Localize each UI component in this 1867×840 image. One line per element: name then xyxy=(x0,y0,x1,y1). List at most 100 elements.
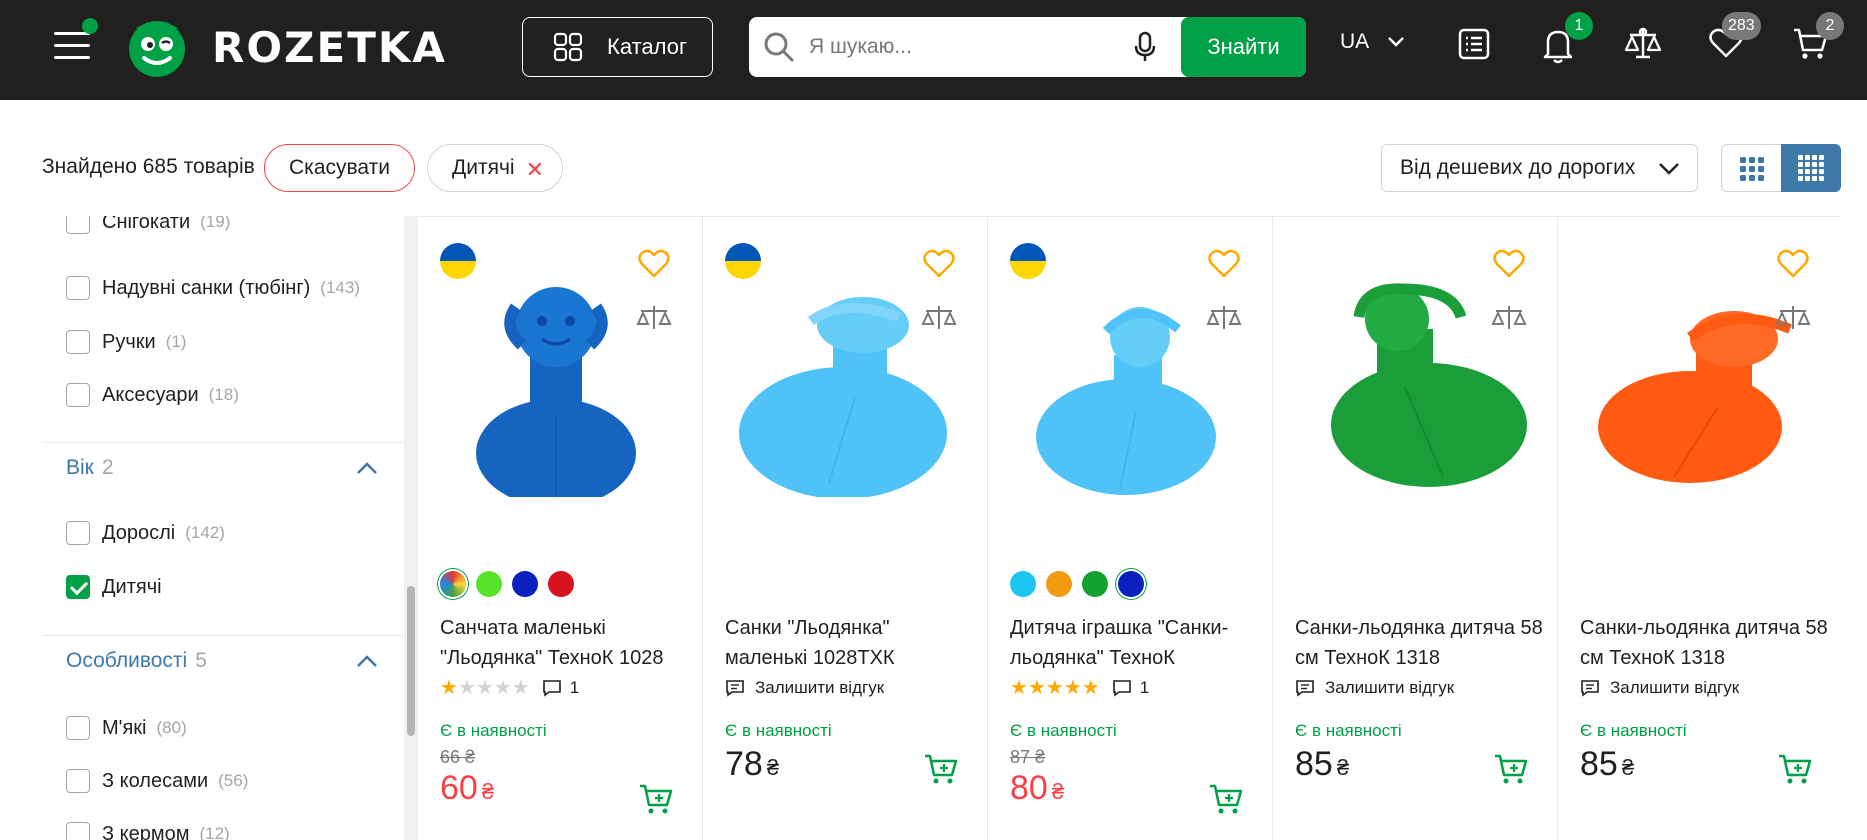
checkbox[interactable] xyxy=(66,769,90,793)
orders-list-icon[interactable] xyxy=(1458,26,1490,62)
compare-scales-icon[interactable] xyxy=(1775,303,1811,335)
product-title[interactable]: Санки "Льодянка" маленькі 1028ТХК xyxy=(725,613,975,673)
add-to-cart-icon[interactable] xyxy=(1208,783,1244,817)
compare-scales-icon[interactable] xyxy=(921,303,957,335)
filter-option-wheels[interactable]: З колесами (56) xyxy=(66,767,248,795)
availability-status: Є в наявності xyxy=(1010,721,1117,740)
rozetka-mascot-icon xyxy=(129,21,185,77)
leave-review-link[interactable]: Залишити відгук xyxy=(1580,678,1739,698)
add-to-cart-icon[interactable] xyxy=(1777,753,1813,787)
checkbox[interactable] xyxy=(66,330,90,354)
filter-option-steering[interactable]: З кермом (12) xyxy=(66,820,230,840)
search-submit-button[interactable]: Знайти xyxy=(1181,17,1306,77)
filter-option-adults[interactable]: Дорослі (142) xyxy=(66,519,225,547)
reviews-count: 1 xyxy=(1139,678,1150,697)
color-swatch[interactable] xyxy=(512,571,538,597)
small-grid-icon xyxy=(1798,155,1824,181)
reviews-link[interactable]: 1 xyxy=(1112,678,1149,698)
checkbox[interactable] xyxy=(66,822,90,840)
filter-option-handles[interactable]: Ручки (1) xyxy=(66,328,186,356)
large-tiles-view-button[interactable] xyxy=(1721,144,1781,192)
add-to-cart-icon[interactable] xyxy=(923,753,959,787)
availability-status: Є в наявності xyxy=(725,721,832,740)
star-icon: ★ xyxy=(1045,677,1064,699)
compare-scales-icon[interactable] xyxy=(1206,303,1242,335)
filter-option-count: (1) xyxy=(165,332,187,351)
availability-status: Є в наявності xyxy=(440,721,547,740)
menu-button[interactable] xyxy=(52,18,98,66)
active-filter-chip[interactable]: Дитячі ✕ xyxy=(427,144,563,192)
sidebar-scrollbar[interactable] xyxy=(404,216,418,840)
checkbox[interactable] xyxy=(66,383,90,407)
checkbox[interactable] xyxy=(66,521,90,545)
compare-scales-icon[interactable] xyxy=(1624,26,1662,62)
close-icon[interactable]: ✕ xyxy=(526,157,544,183)
filter-section-age[interactable]: Вік 2 xyxy=(66,456,114,480)
filter-option-label: Дитячі xyxy=(102,575,162,598)
old-price: 87 ₴ xyxy=(1010,747,1046,767)
checkbox[interactable] xyxy=(66,716,90,740)
heart-icon[interactable] xyxy=(638,249,670,279)
leave-review-label: Залишити відгук xyxy=(755,678,885,697)
star-icon: ★ xyxy=(1027,677,1046,699)
reviews-link[interactable]: 1 xyxy=(542,678,579,698)
color-swatch[interactable] xyxy=(1118,571,1144,597)
filter-section-features[interactable]: Особливості 5 xyxy=(66,649,207,673)
star-icon: ★ xyxy=(457,677,476,699)
leave-review-link[interactable]: Залишити відгук xyxy=(725,678,884,698)
cancel-filters-button[interactable]: Скасувати xyxy=(264,144,415,192)
scrollbar-thumb[interactable] xyxy=(407,586,415,736)
price-value: 80 xyxy=(1010,769,1048,807)
filter-option-label: Дорослі xyxy=(102,521,176,544)
filter-option-count: (19) xyxy=(200,216,231,231)
filter-option-accessories[interactable]: Аксесуари (18) xyxy=(66,381,239,409)
color-swatch[interactable] xyxy=(548,571,574,597)
heart-icon[interactable] xyxy=(923,249,955,279)
notifications-badge: 1 xyxy=(1565,12,1593,40)
color-swatch[interactable] xyxy=(476,571,502,597)
search-bar: Знайти xyxy=(749,17,1306,77)
star-icon: ★ xyxy=(1010,677,1028,699)
color-swatch[interactable] xyxy=(1082,571,1108,597)
color-swatch[interactable] xyxy=(1010,571,1036,597)
search-input[interactable] xyxy=(809,17,1169,77)
heart-icon[interactable] xyxy=(1493,249,1525,279)
language-selector[interactable]: UA xyxy=(1340,30,1405,54)
filter-option-soft[interactable]: М'які (80) xyxy=(66,714,187,742)
chevron-up-icon[interactable] xyxy=(356,460,378,476)
currency: ₴ xyxy=(1336,755,1350,780)
filter-option-count: (142) xyxy=(185,523,225,542)
small-tiles-view-button[interactable] xyxy=(1781,144,1841,192)
sort-select[interactable]: Від дешевих до дорогих xyxy=(1381,144,1698,192)
heart-icon[interactable] xyxy=(1208,249,1240,279)
filter-option-count: (12) xyxy=(199,824,230,840)
filter-option-label: Аксесуари xyxy=(102,383,199,406)
microphone-icon[interactable] xyxy=(1133,31,1157,63)
product-title[interactable]: Санки-льодянка дитяча 58 см ТехноК 1318 xyxy=(1580,613,1830,673)
product-title[interactable]: Санки-льодянка дитяча 58 см ТехноК 1318 xyxy=(1295,613,1545,673)
checkbox[interactable] xyxy=(66,276,90,300)
color-swatch[interactable] xyxy=(440,571,466,597)
checkbox[interactable] xyxy=(66,216,90,234)
add-to-cart-icon[interactable] xyxy=(638,783,674,817)
checkbox-checked[interactable] xyxy=(66,575,90,599)
compare-scales-icon[interactable] xyxy=(1491,303,1527,335)
product-title[interactable]: Дитяча іграшка "Санки-льодянка" ТехноК xyxy=(1010,613,1260,673)
filter-option-kids[interactable]: Дитячі xyxy=(66,573,162,601)
logo[interactable]: ROZETKA xyxy=(126,16,447,78)
leave-review-link[interactable]: Залишити відгук xyxy=(1295,678,1454,698)
catalog-button[interactable]: Каталог xyxy=(522,17,713,77)
color-swatch[interactable] xyxy=(1046,571,1072,597)
compare-scales-icon[interactable] xyxy=(636,303,672,335)
chevron-down-icon xyxy=(1388,37,1405,47)
filter-option-count: (80) xyxy=(156,718,187,737)
filter-option-count: (56) xyxy=(218,771,249,790)
filter-option-snow-scooters[interactable]: Снігокати (19) xyxy=(66,216,230,236)
search-icon xyxy=(764,32,794,62)
product-title[interactable]: Санчата маленькі "Льодянка" ТехноК 1028 xyxy=(440,613,690,673)
add-to-cart-icon[interactable] xyxy=(1493,753,1529,787)
chevron-up-icon[interactable] xyxy=(356,653,378,669)
heart-icon[interactable] xyxy=(1777,249,1809,279)
availability-status: Є в наявності xyxy=(1295,721,1402,740)
filter-option-inflatable[interactable]: Надувні санки (тюбінг) (143) xyxy=(66,274,360,302)
